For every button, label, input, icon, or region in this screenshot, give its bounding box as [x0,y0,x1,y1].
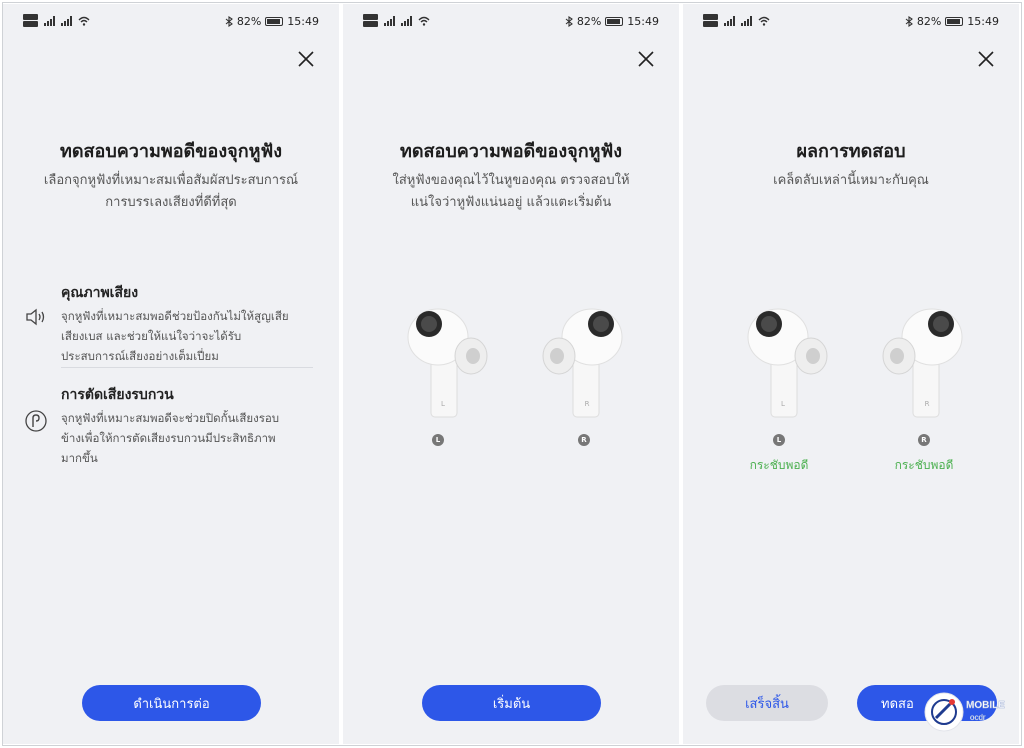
feature-description: จุกหูฟังที่เหมาะสมพอดีจะช่วยปิดกั้นเสียง… [61,411,280,465]
wifi-icon [418,16,430,26]
page-title: ผลการทดสอบ [796,141,906,162]
left-earbud-image: L [747,308,828,418]
bluetooth-icon [905,16,913,27]
continue-button[interactable]: ดำเนินการต่อ [82,685,261,721]
page-title: ทดสอบความพอดีของจุกหูฟัง [59,141,282,162]
start-button[interactable]: เริ่มต้น [422,685,601,721]
left-side-marker: L [773,434,785,446]
signal-icon-2 [741,15,752,26]
speaker-icon [26,308,45,326]
battery-percent: 82% [916,15,942,28]
signal-icon [724,15,735,26]
page-subtitle: เคล็ดลับเหล่านี้เหมาะกับคุณ [773,173,929,188]
feature-heading: คุณภาพเสียง [61,285,139,301]
right-side-marker: R [578,434,590,446]
svg-text:MOBILE: MOBILE [966,700,1005,711]
clock: 15:49 [967,15,999,28]
svg-text:R: R [925,400,930,408]
clock: 15:49 [287,15,319,28]
battery-icon [945,17,964,26]
right-side-marker: R [918,434,930,446]
page-subtitle: ใส่หูฟังของคุณไว้ในหูของคุณ ตรวจสอบให้ แ… [392,173,630,210]
sim-card-icon [703,14,718,27]
wifi-icon [758,16,770,26]
watermark-logo: MOBILE ocdr [924,692,1005,732]
battery-percent: 82% [576,15,602,28]
divider [61,367,313,368]
close-icon[interactable] [975,48,997,70]
page-subtitle: เลือกจุกหูฟังที่เหมาะสมเพื่อสัมผัสประสบก… [43,173,299,210]
right-earbud-image: R [882,308,963,418]
close-icon[interactable] [295,48,317,70]
battery-icon [265,17,284,26]
feature-heading: การตัดเสียงรบกวน [61,387,174,403]
svg-text:L: L [441,400,445,408]
signal-icon [384,15,395,26]
left-fit-result: กระชับพอดี [749,458,809,472]
signal-icon-2 [61,15,72,26]
signal-icon [44,15,55,26]
left-earbud-image: L [407,308,488,418]
noise-cancel-icon [25,410,47,432]
battery-percent: 82% [236,15,262,28]
feature-description: จุกหูฟังที่เหมาะสมพอดีช่วยป้องกันไม่ให้ส… [61,309,289,363]
screen-intro: 82% 15:49 ทดสอบความพอดีของจุกหูฟัง เลือก… [3,4,339,744]
svg-text:L: L [781,400,785,408]
wifi-icon [78,16,90,26]
close-icon[interactable] [635,48,657,70]
status-bar: 82% 15:49 [701,12,1001,32]
screen-results: 82% 15:49 ผลการทดสอบ เคล็ดลับเหล่านี้เหม… [683,4,1019,744]
screen-instructions: 82% 15:49 ทดสอบความพอดีของจุกหูฟัง ใส่หู… [343,4,679,744]
sim-card-icon [23,14,38,27]
svg-text:R: R [585,400,590,408]
page-title: ทดสอบความพอดีของจุกหูฟัง [399,141,622,162]
right-fit-result: กระชับพอดี [894,458,954,472]
battery-icon [605,17,624,26]
left-side-marker: L [432,434,444,446]
status-bar: 82% 15:49 [21,12,321,32]
right-earbud-image: R [542,308,623,418]
sim-card-icon [363,14,378,27]
clock: 15:49 [627,15,659,28]
signal-icon-2 [401,15,412,26]
status-bar: 82% 15:49 [361,12,661,32]
bluetooth-icon [565,16,573,27]
svg-text:ocdr: ocdr [970,713,986,722]
done-button[interactable]: เสร็จสิ้น [706,685,828,721]
bluetooth-icon [225,16,233,27]
